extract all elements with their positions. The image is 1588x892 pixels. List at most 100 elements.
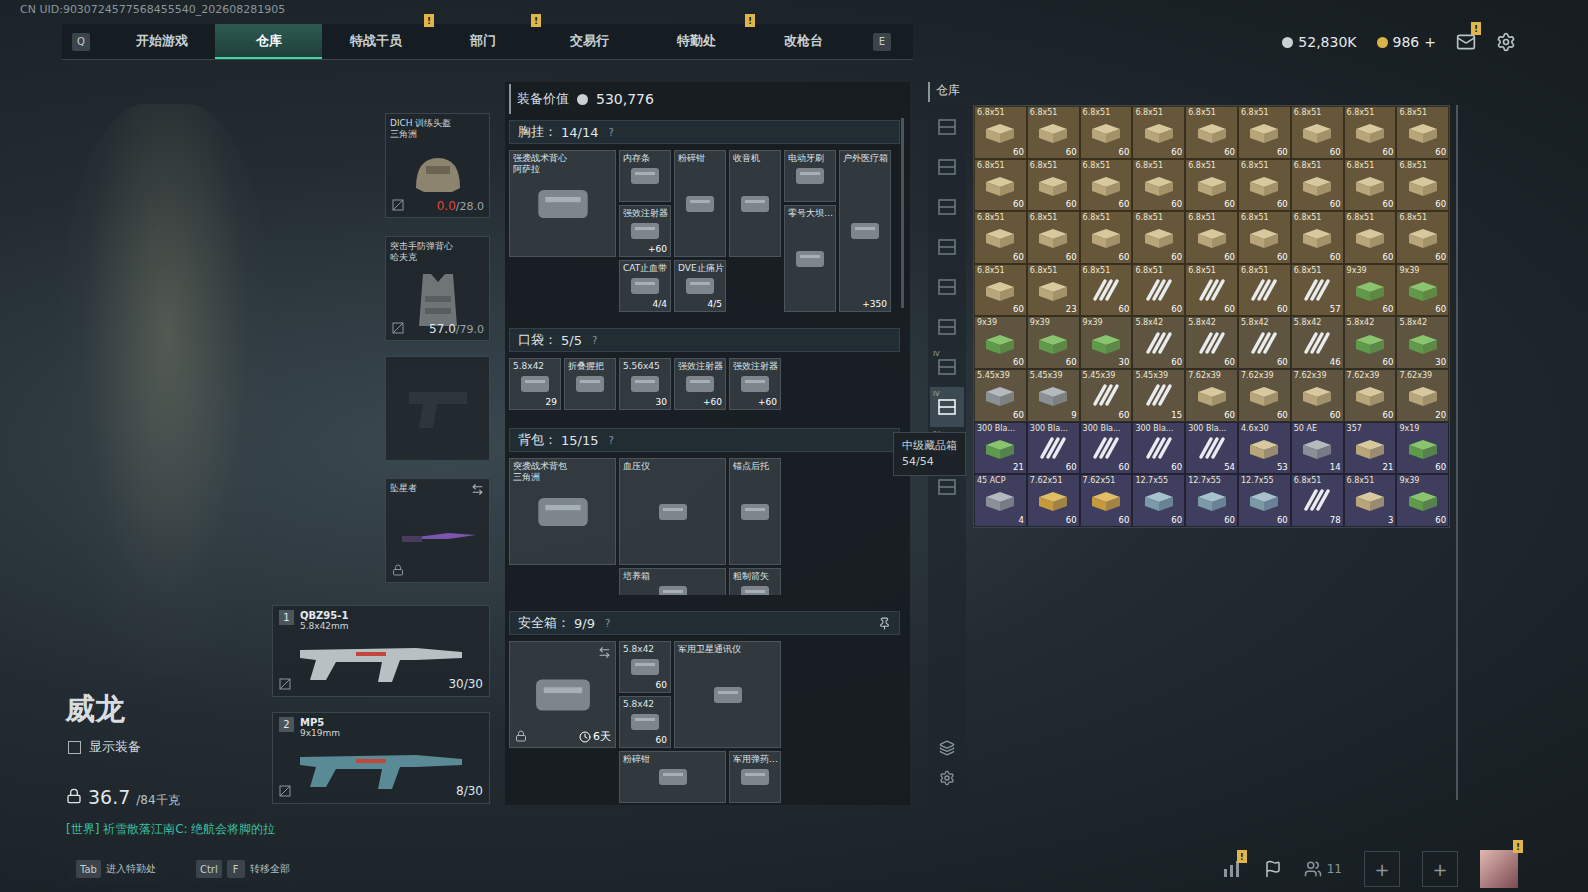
scrollbar[interactable]	[1456, 105, 1458, 800]
help-mark[interactable]: ?	[592, 335, 597, 346]
prev-key[interactable]: Q	[72, 33, 90, 51]
player-avatar[interactable]: !	[1480, 850, 1518, 888]
layers-icon[interactable]	[939, 740, 955, 756]
inventory-item[interactable]: 强效注射器+60	[619, 205, 671, 257]
pin-icon[interactable]	[878, 617, 891, 630]
nav-tab[interactable]: 特勤处!	[643, 24, 750, 59]
ammo-item[interactable]: 6.8x5160	[1238, 106, 1291, 159]
ammo-item[interactable]: 6.8x5160	[974, 159, 1027, 212]
ammo-item[interactable]: 6.8x5160	[1080, 106, 1133, 159]
ammo-item[interactable]: 7.62x3960	[1185, 369, 1238, 422]
nav-tab[interactable]: 改枪台	[750, 24, 857, 59]
ammo-item[interactable]: 6.8x5160	[1291, 211, 1344, 264]
inventory-item[interactable]: 内存条	[619, 150, 671, 202]
safe-box-slot[interactable]: 6天	[509, 641, 616, 748]
ammo-item[interactable]: 6.8x513	[1344, 474, 1397, 527]
inventory-item[interactable]: 粗制箭矢	[729, 568, 781, 595]
ammo-item[interactable]: 300 Bla...60	[1132, 422, 1185, 475]
inventory-item[interactable]: DVE止痛片4/5	[674, 260, 726, 312]
inventory-item[interactable]: 5.8x4229	[509, 358, 561, 410]
ammo-item[interactable]: 4.6x3053	[1238, 422, 1291, 475]
ammo-item[interactable]: 6.8x5160	[1238, 264, 1291, 317]
checkbox[interactable]	[68, 741, 81, 754]
nav-tab[interactable]: 开始游戏	[108, 24, 215, 59]
friends-button[interactable]: 11	[1304, 860, 1342, 878]
weapon-slot[interactable]: 2MP59x19mm8/30	[272, 712, 490, 804]
ammo-item[interactable]: 6.8x5160	[1185, 159, 1238, 212]
ammo-item[interactable]: 300 Bla...60	[1080, 422, 1133, 475]
ammo-item[interactable]: 5.45x399	[1027, 369, 1080, 422]
ammo-item[interactable]: 300 Bla...21	[974, 422, 1027, 475]
add-member-button[interactable]: +	[1364, 851, 1400, 887]
ammo-item[interactable]: 12.7x5560	[1238, 474, 1291, 527]
storage-tab[interactable]	[930, 107, 964, 147]
operator-model[interactable]	[60, 104, 272, 677]
ammo-item[interactable]: 12.7x5560	[1185, 474, 1238, 527]
show-gear-toggle[interactable]: 显示装备	[68, 738, 272, 756]
ammo-item[interactable]: 6.8x5160	[1132, 211, 1185, 264]
ammo-item[interactable]: 9x3930	[1080, 316, 1133, 369]
ammo-item[interactable]: 5.45x3915	[1132, 369, 1185, 422]
weapon-slot[interactable]: 1QBZ95-15.8x42mm30/30	[272, 605, 490, 697]
ammo-item[interactable]: 5.8x4246	[1291, 316, 1344, 369]
ammo-item[interactable]: 6.8x5160	[1291, 159, 1344, 212]
shortcut-hint[interactable]: CtrlF转移全部	[188, 855, 298, 883]
inventory-item[interactable]: 5.8x4260	[619, 696, 671, 748]
backpack-slot[interactable]: 突袭战术背包三角洲	[509, 458, 616, 565]
ammo-item[interactable]: 6.8x5157	[1291, 264, 1344, 317]
inventory-item[interactable]: 收音机	[729, 150, 781, 257]
stats-button[interactable]: !	[1222, 860, 1242, 878]
ammo-item[interactable]: 7.62x3920	[1396, 369, 1449, 422]
inventory-item[interactable]: 5.56x4530	[619, 358, 671, 410]
ammo-item[interactable]: 300 Bla...60	[1027, 422, 1080, 475]
settings-button[interactable]	[1496, 32, 1516, 52]
mail-button[interactable]: !	[1456, 32, 1476, 52]
ammo-item[interactable]: 6.8x5160	[974, 264, 1027, 317]
ammo-item[interactable]: 6.8x5160	[1027, 159, 1080, 212]
ammo-item[interactable]: 7.62x5160	[1080, 474, 1133, 527]
ammo-item[interactable]: 6.8x5160	[1344, 106, 1397, 159]
storage-tab[interactable]	[930, 227, 964, 267]
ammo-item[interactable]: 7.62x3960	[1344, 369, 1397, 422]
ammo-item[interactable]: 7.62x3960	[1238, 369, 1291, 422]
ammo-item[interactable]: 6.8x5160	[1238, 159, 1291, 212]
ammo-item[interactable]: 5.8x4260	[1132, 316, 1185, 369]
armor-slot[interactable]: 突击手防弹背心哈夫克57.0/79.0	[385, 236, 490, 341]
ammo-item[interactable]: 9x1960	[1396, 422, 1449, 475]
ammo-item[interactable]: 6.8x5160	[1080, 264, 1133, 317]
ammo-item[interactable]: 12.7x5560	[1132, 474, 1185, 527]
gold-balance[interactable]: 986+	[1377, 34, 1436, 50]
ammo-item[interactable]: 6.8x5160	[1080, 211, 1133, 264]
ammo-item[interactable]: 5.45x3960	[1080, 369, 1133, 422]
chest-rig-slot[interactable]: 强袭战术背心阿萨拉	[509, 150, 616, 257]
ammo-item[interactable]: 6.8x5160	[1027, 211, 1080, 264]
storage-tab[interactable]	[930, 267, 964, 307]
ammo-item[interactable]: 5.45x3960	[974, 369, 1027, 422]
ammo-item[interactable]: 5.8x4230	[1396, 316, 1449, 369]
ammo-item[interactable]: 6.8x5123	[1027, 264, 1080, 317]
ammo-item[interactable]: 9x3960	[1027, 316, 1080, 369]
scrollbar[interactable]	[901, 118, 904, 308]
swap-icon[interactable]	[598, 646, 611, 659]
inventory-item[interactable]: 强效注射器+60	[674, 358, 726, 410]
inventory-item[interactable]: 电动牙刷	[784, 150, 836, 202]
ammo-item[interactable]: 6.8x5160	[1185, 106, 1238, 159]
ammo-item[interactable]: 300 Bla...54	[1185, 422, 1238, 475]
inventory-item[interactable]: 户外医疗箱+350	[839, 150, 891, 312]
storage-tab[interactable]	[930, 147, 964, 187]
inventory-item[interactable]: 培养箱	[619, 568, 726, 595]
inventory-item[interactable]: CAT止血带4/4	[619, 260, 671, 312]
shortcut-hint[interactable]: Tab进入特勤处	[68, 855, 164, 883]
inventory-item[interactable]: 强效注射器+60	[729, 358, 781, 410]
add-member-button[interactable]: +	[1422, 851, 1458, 887]
ammo-item[interactable]: 6.8x5160	[1132, 106, 1185, 159]
storage-tab[interactable]	[930, 307, 964, 347]
ammo-item[interactable]: 6.8x5160	[974, 211, 1027, 264]
chat-line[interactable]: [世界] 祈雪散落江南C: 绝航会将脚的拉	[66, 821, 272, 838]
ammo-item[interactable]: 6.8x5160	[1396, 159, 1449, 212]
ammo-item[interactable]: 45 ACP4	[974, 474, 1027, 527]
ammo-item[interactable]: 50 AE14	[1291, 422, 1344, 475]
gear-icon[interactable]	[939, 770, 955, 786]
storage-tab[interactable]	[930, 187, 964, 227]
storage-tab[interactable]: IV	[930, 347, 964, 387]
